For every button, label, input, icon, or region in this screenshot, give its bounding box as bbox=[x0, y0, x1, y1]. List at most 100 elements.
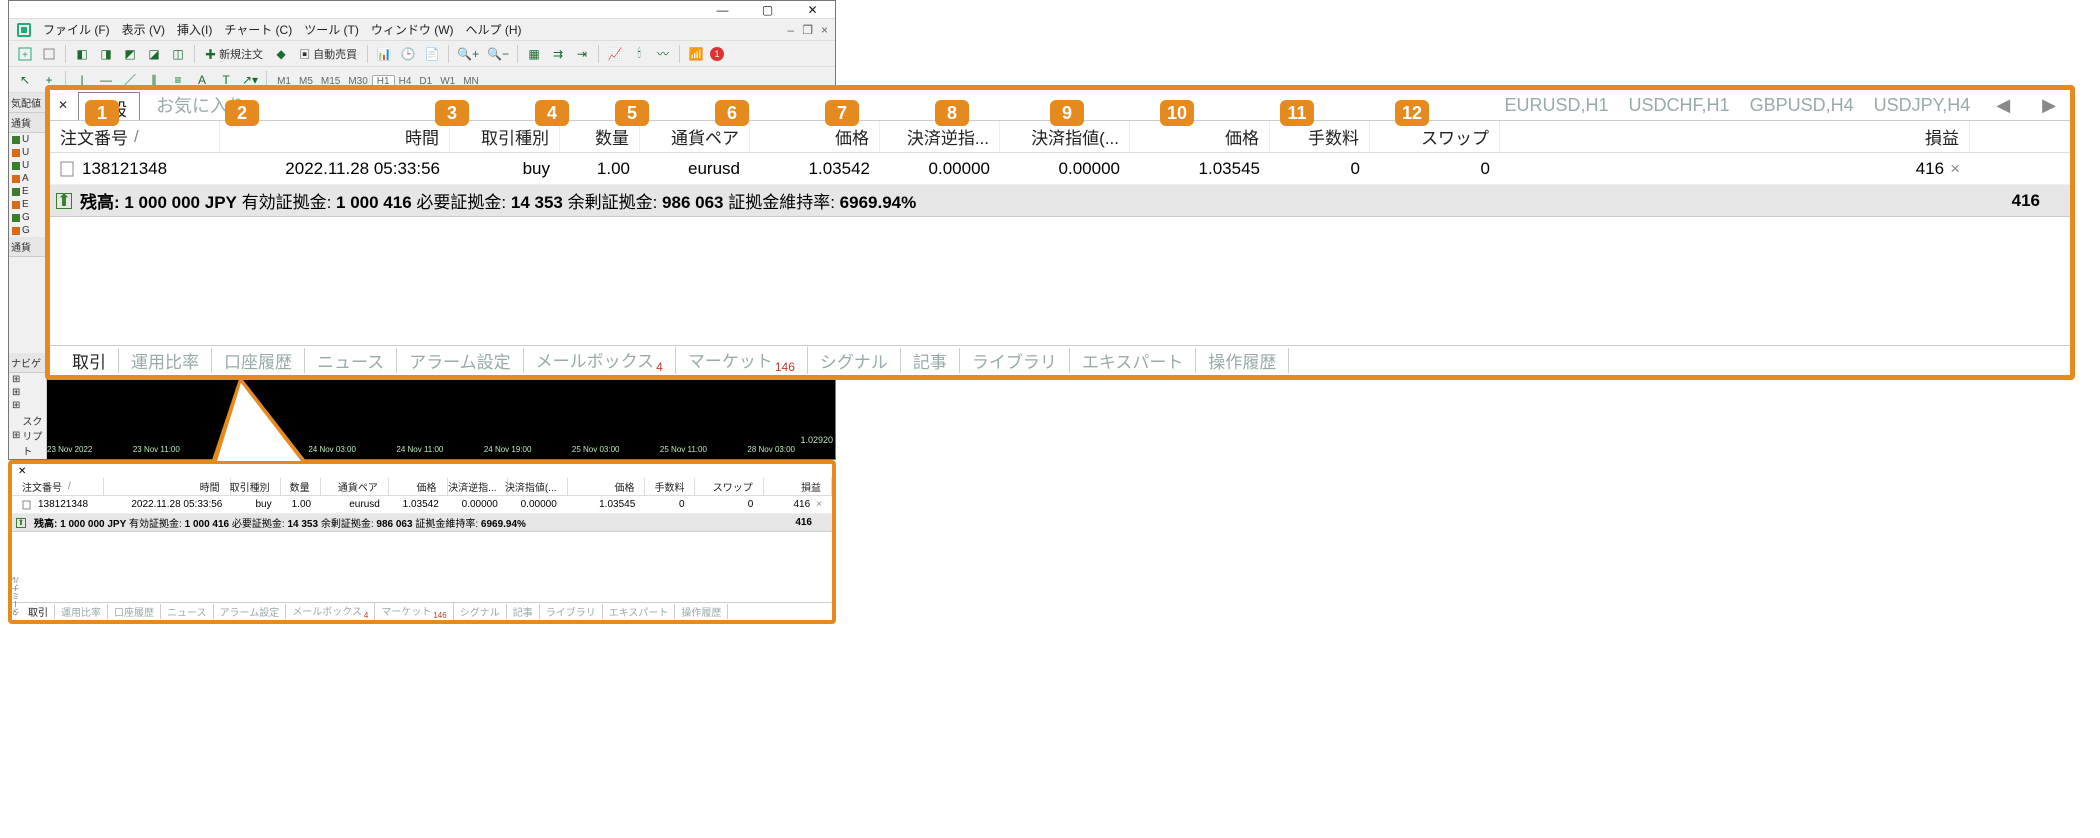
terminal-tab[interactable]: 操作履歴 bbox=[1196, 348, 1289, 373]
nav-tree-item[interactable]: ⊞ bbox=[9, 386, 46, 399]
line-chart-icon[interactable]: 〰 bbox=[653, 44, 673, 64]
mdi-close-icon[interactable]: × bbox=[818, 23, 831, 37]
terminal-tab[interactable]: エキスパート bbox=[1070, 348, 1197, 373]
terminal-tab[interactable]: メールボックス4 bbox=[286, 603, 375, 620]
new-order-button[interactable]: ✚ 新規注文 bbox=[201, 46, 267, 62]
profiles-icon[interactable] bbox=[39, 44, 59, 64]
terminal-tab[interactable]: 操作履歴 bbox=[675, 604, 728, 619]
col-header[interactable]: 価格 bbox=[750, 121, 880, 152]
nav-tree-item[interactable]: ⊞ bbox=[9, 373, 46, 386]
metaeditor-icon[interactable]: ◆ bbox=[271, 44, 291, 64]
terminal-tab[interactable]: シグナル bbox=[808, 348, 901, 373]
new-chart-icon[interactable]: + bbox=[15, 44, 35, 64]
nav-scripts-item[interactable]: ⊞ スクリプト bbox=[9, 412, 46, 459]
templates-icon[interactable]: 📄 bbox=[422, 44, 442, 64]
menu-item[interactable]: 表示 (V) bbox=[116, 23, 171, 37]
chart-tab[interactable]: USDCHF,H1 bbox=[1629, 95, 1730, 116]
col-header[interactable]: 損益 bbox=[1500, 121, 1970, 152]
menu-item[interactable]: ファイル (F) bbox=[37, 23, 116, 37]
terminal-tab[interactable]: ニュース bbox=[161, 604, 214, 619]
close-order-icon[interactable]: × bbox=[810, 499, 822, 510]
col-header[interactable]: 手数料 bbox=[645, 478, 695, 495]
terminal-tab[interactable]: 口座履歴 bbox=[212, 348, 305, 373]
terminal-icon[interactable]: ◪ bbox=[144, 44, 164, 64]
menu-item[interactable]: 挿入(I) bbox=[171, 23, 218, 37]
alert-badge[interactable]: 1 bbox=[710, 47, 724, 61]
col-header[interactable]: 時間 bbox=[104, 478, 230, 495]
terminal-tab[interactable]: 口座履歴 bbox=[108, 604, 161, 619]
terminal-tab[interactable]: シグナル bbox=[454, 604, 507, 619]
data-window-icon[interactable]: ◨ bbox=[96, 44, 116, 64]
menu-item[interactable]: ウィンドウ (W) bbox=[365, 23, 460, 37]
menu-item[interactable]: ヘルプ (H) bbox=[460, 23, 528, 37]
tile-icon[interactable]: ▦ bbox=[524, 44, 544, 64]
col-header[interactable]: スワップ bbox=[1370, 121, 1500, 152]
close-icon[interactable]: ✕ bbox=[58, 98, 68, 112]
mdi-min-icon[interactable]: – bbox=[785, 23, 798, 37]
col-header[interactable]: 損益 bbox=[764, 478, 832, 495]
zoom-out-icon[interactable]: 🔍− bbox=[485, 44, 511, 64]
terminal-tab[interactable]: アラーム設定 bbox=[214, 604, 287, 619]
col-header[interactable]: 価格 bbox=[389, 478, 448, 495]
symbol-row[interactable]: G bbox=[9, 211, 46, 224]
candle-chart-icon[interactable]: 🕯 bbox=[629, 44, 649, 64]
scroll-icon[interactable]: ⇉ bbox=[548, 44, 568, 64]
terminal-tab[interactable]: 取引 bbox=[22, 604, 55, 619]
nav-tree-item[interactable]: ⊞ bbox=[9, 399, 46, 412]
menu-item[interactable]: チャート (C) bbox=[218, 23, 298, 37]
col-header[interactable]: 決済指値(... bbox=[508, 478, 568, 495]
table-row[interactable]: 1381213482022.11.28 05:33:56buy1.00eurus… bbox=[50, 153, 2070, 185]
symbol-row[interactable]: G bbox=[9, 224, 46, 237]
col-header[interactable]: 注文番号/ bbox=[12, 478, 104, 495]
col-header[interactable]: スワップ bbox=[695, 478, 763, 495]
terminal-tab[interactable]: メールボックス4 bbox=[524, 347, 676, 374]
symbol-row[interactable]: U bbox=[9, 133, 46, 146]
market-watch-icon[interactable]: ◧ bbox=[72, 44, 92, 64]
terminal-tab[interactable]: 記事 bbox=[901, 348, 960, 373]
indicators-icon[interactable]: 📊 bbox=[374, 44, 394, 64]
tab-scroll-right-icon[interactable]: ▶ bbox=[2036, 95, 2062, 116]
col-header[interactable]: 通貨ペア bbox=[321, 478, 389, 495]
col-header[interactable]: 数量 bbox=[281, 478, 321, 495]
close-icon[interactable]: ✕ bbox=[14, 464, 30, 479]
menu-item[interactable]: ツール (T) bbox=[298, 23, 365, 37]
terminal-tab[interactable]: エキスパート bbox=[603, 604, 676, 619]
signals-icon[interactable]: 📶 bbox=[686, 44, 706, 64]
symbol-row[interactable]: A bbox=[9, 172, 46, 185]
minimize-button[interactable]: — bbox=[700, 1, 745, 19]
col-header[interactable]: 注文番号/ bbox=[50, 121, 220, 152]
shift-icon[interactable]: ⇥ bbox=[572, 44, 592, 64]
bar-chart-icon[interactable]: 📈 bbox=[605, 44, 625, 64]
terminal-tab[interactable]: 取引 bbox=[60, 348, 119, 373]
auto-trade-button[interactable]: ▣ 自動売買 bbox=[295, 46, 361, 62]
terminal-tab[interactable]: マーケット146 bbox=[375, 603, 453, 620]
terminal-tab[interactable]: マーケット146 bbox=[676, 347, 808, 374]
terminal-tab[interactable]: 運用比率 bbox=[119, 348, 212, 373]
symbol-row[interactable]: U bbox=[9, 159, 46, 172]
terminal-tab[interactable]: 記事 bbox=[507, 604, 540, 619]
chart-tab[interactable]: GBPUSD,H4 bbox=[1750, 95, 1854, 116]
navigator-icon[interactable]: ◩ bbox=[120, 44, 140, 64]
chart-tab[interactable]: EURUSD,H1 bbox=[1505, 95, 1609, 116]
mdi-restore-icon[interactable]: ❐ bbox=[799, 23, 816, 37]
terminal-tab[interactable]: 運用比率 bbox=[55, 604, 108, 619]
terminal-tab[interactable]: アラーム設定 bbox=[397, 348, 524, 373]
cursor-icon[interactable]: ↖ bbox=[15, 70, 35, 90]
col-header[interactable]: 取引種別 bbox=[231, 478, 281, 495]
symbol-row[interactable]: E bbox=[9, 185, 46, 198]
terminal-tab[interactable]: ライブラリ bbox=[960, 348, 1070, 373]
symbol-row[interactable]: U bbox=[9, 146, 46, 159]
col-header[interactable]: 価格 bbox=[1130, 121, 1270, 152]
col-header[interactable]: 決済逆指... bbox=[448, 478, 508, 495]
col-header[interactable]: 価格 bbox=[568, 478, 646, 495]
strategy-tester-icon[interactable]: ◫ bbox=[168, 44, 188, 64]
close-order-icon[interactable]: × bbox=[1944, 159, 1960, 179]
table-row[interactable]: 1381213482022.11.28 05:33:56buy1.00eurus… bbox=[12, 496, 832, 514]
zoom-in-icon[interactable]: 🔍+ bbox=[455, 44, 481, 64]
terminal-tab[interactable]: ライブラリ bbox=[540, 604, 603, 619]
close-button[interactable]: ✕ bbox=[790, 1, 835, 19]
tab-scroll-left-icon[interactable]: ◀ bbox=[1990, 95, 2016, 116]
symbol-row[interactable]: E bbox=[9, 198, 46, 211]
maximize-button[interactable]: ▢ bbox=[745, 1, 790, 19]
terminal-tab[interactable]: ニュース bbox=[305, 348, 397, 373]
